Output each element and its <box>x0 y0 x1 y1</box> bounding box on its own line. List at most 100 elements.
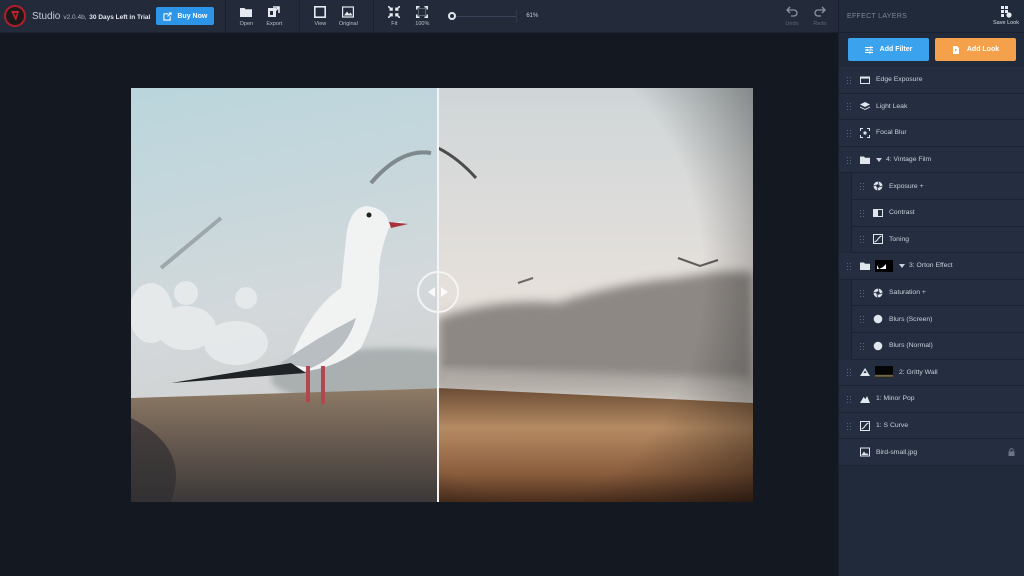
layer-name: Blurs (Screen) <box>889 315 933 323</box>
circle-icon <box>873 314 883 324</box>
drag-handle-icon[interactable] <box>859 182 865 191</box>
drag-handle-icon[interactable] <box>846 394 852 403</box>
export-icon <box>268 5 281 17</box>
layer-toning[interactable]: Toning <box>851 226 1024 254</box>
drag-handle-icon[interactable] <box>859 235 865 244</box>
export-button[interactable]: Export <box>260 0 288 33</box>
zoom-value-field[interactable]: 61% <box>516 9 540 23</box>
app-brand: Studio v2.0.4b, 30 Days Left in Trial <box>32 11 150 22</box>
external-link-icon <box>163 11 172 21</box>
fit-label: Fit <box>391 20 398 27</box>
layer-name: Focal Blur <box>876 129 907 137</box>
panel-header: EFFECT LAYERS Save Look <box>839 0 1024 33</box>
add-filter-label: Add Filter <box>879 46 913 53</box>
original-label: Original <box>338 20 358 27</box>
original-button[interactable]: Original <box>334 0 362 33</box>
app-name: Studio <box>32 10 61 22</box>
aperture-icon <box>873 181 883 191</box>
layer-name: Contrast <box>889 209 915 217</box>
collapse-caret-icon[interactable] <box>876 157 882 162</box>
curve-icon <box>860 420 870 431</box>
view-label: View <box>314 20 327 27</box>
undo-button[interactable]: Undo <box>778 0 806 33</box>
layer-edge-exposure[interactable]: Edge Exposure <box>839 67 1024 94</box>
zoom-slider[interactable] <box>448 10 517 22</box>
layer-name: Saturation + <box>889 289 926 297</box>
drag-handle-icon[interactable] <box>846 261 852 270</box>
100-percent-button[interactable]: 100% <box>408 0 436 33</box>
drag-handle-icon[interactable] <box>859 288 865 297</box>
focal-blur-icon <box>860 127 870 138</box>
fit-icon <box>388 5 401 18</box>
curve-icon <box>873 234 883 245</box>
add-filter-button[interactable]: Add Filter <box>848 38 929 61</box>
image-icon <box>342 5 355 18</box>
sliders-icon <box>864 46 873 53</box>
layer-blurs-normal[interactable]: Blurs (Normal) <box>851 332 1024 360</box>
photo-preview[interactable] <box>131 88 753 502</box>
layer-group-orton-effect[interactable]: 3: Orton Effect <box>839 253 1024 280</box>
seagull-photo-original <box>131 88 438 502</box>
layer-name: Blurs (Normal) <box>889 342 933 350</box>
arrow-right-icon <box>441 287 448 297</box>
save-look-label: Save Look <box>993 20 1019 26</box>
layer-s-curve[interactable]: 1: S Curve <box>839 412 1024 440</box>
layer-name: Light Leak <box>876 102 908 110</box>
layer-blurs-screen[interactable]: Blurs (Screen) <box>851 306 1024 333</box>
lock-icon <box>1008 448 1015 457</box>
redo-button[interactable]: Redo <box>806 0 834 33</box>
drag-handle-icon[interactable] <box>859 315 865 324</box>
drag-handle-icon[interactable] <box>859 341 865 350</box>
panel-actions: Add Filter Add Look <box>839 33 1024 67</box>
layer-name: 4: Vintage Film <box>886 156 932 164</box>
app-version: v2.0.4b, <box>63 13 87 21</box>
drag-handle-icon[interactable] <box>846 128 852 137</box>
layer-group-vintage-film[interactable]: 4: Vintage Film <box>839 146 1024 174</box>
drag-handle-icon[interactable] <box>846 368 852 377</box>
top-toolbar: Studio v2.0.4b, 30 Days Left in Trial Buy… <box>0 0 838 33</box>
drag-handle-icon[interactable] <box>859 208 865 217</box>
layer-light-leak[interactable]: Light Leak <box>839 93 1024 121</box>
effect-layers-panel: EFFECT LAYERS Save Look Add Filter Add L… <box>838 0 1024 576</box>
drag-handle-icon[interactable] <box>846 421 852 430</box>
drag-handle-icon[interactable] <box>846 102 852 111</box>
app-window: Studio v2.0.4b, 30 Days Left in Trial Buy… <box>0 0 1024 576</box>
folder-icon <box>860 261 870 271</box>
layer-mask-thumbnail[interactable] <box>875 259 893 272</box>
seagull-photo-processed <box>438 88 753 502</box>
100-percent-label: 100% <box>415 20 430 27</box>
layer-minor-pop[interactable]: 1: Minor Pop <box>839 386 1024 413</box>
image-icon <box>860 447 870 457</box>
redo-label: Redo <box>813 21 827 27</box>
view-button[interactable]: View <box>306 0 334 33</box>
mountain-icon <box>860 367 870 377</box>
layer-focal-blur[interactable]: Focal Blur <box>839 120 1024 147</box>
collapse-caret-icon[interactable] <box>899 263 905 268</box>
layer-mask-thumbnail[interactable] <box>875 366 893 379</box>
aperture-icon <box>873 287 883 298</box>
compare-split-handle[interactable] <box>417 271 459 313</box>
photo-after <box>438 88 753 502</box>
layer-saturation-plus[interactable]: Saturation + <box>851 279 1024 307</box>
layer-name: Bird-small.jpg <box>876 448 918 456</box>
layer-base-image[interactable]: Bird-small.jpg <box>839 439 1024 466</box>
layer-name: 1: Minor Pop <box>876 395 915 403</box>
drag-handle-icon[interactable] <box>846 75 852 84</box>
history-controls: Undo Redo <box>778 0 838 33</box>
open-label: Open <box>239 20 254 27</box>
undo-label: Undo <box>785 21 799 27</box>
layer-gritty-wall[interactable]: 2: Gritty Wall <box>839 359 1024 387</box>
open-button[interactable]: Open <box>232 0 260 33</box>
buy-now-button[interactable]: Buy Now <box>156 7 215 25</box>
add-look-button[interactable]: Add Look <box>935 38 1016 61</box>
save-look-button[interactable]: Save Look <box>988 6 1024 26</box>
export-label: Export <box>266 20 283 27</box>
drag-handle-icon[interactable] <box>846 155 852 164</box>
layer-contrast[interactable]: Contrast <box>851 199 1024 227</box>
edge-exposure-icon <box>860 75 870 85</box>
zoom-slider-knob[interactable] <box>448 12 457 20</box>
fit-button[interactable]: Fit <box>380 0 408 33</box>
layer-exposure-plus[interactable]: Exposure + <box>851 173 1024 200</box>
layer-name: 3: Orton Effect <box>909 262 953 270</box>
zoom-slider-track <box>454 15 517 17</box>
